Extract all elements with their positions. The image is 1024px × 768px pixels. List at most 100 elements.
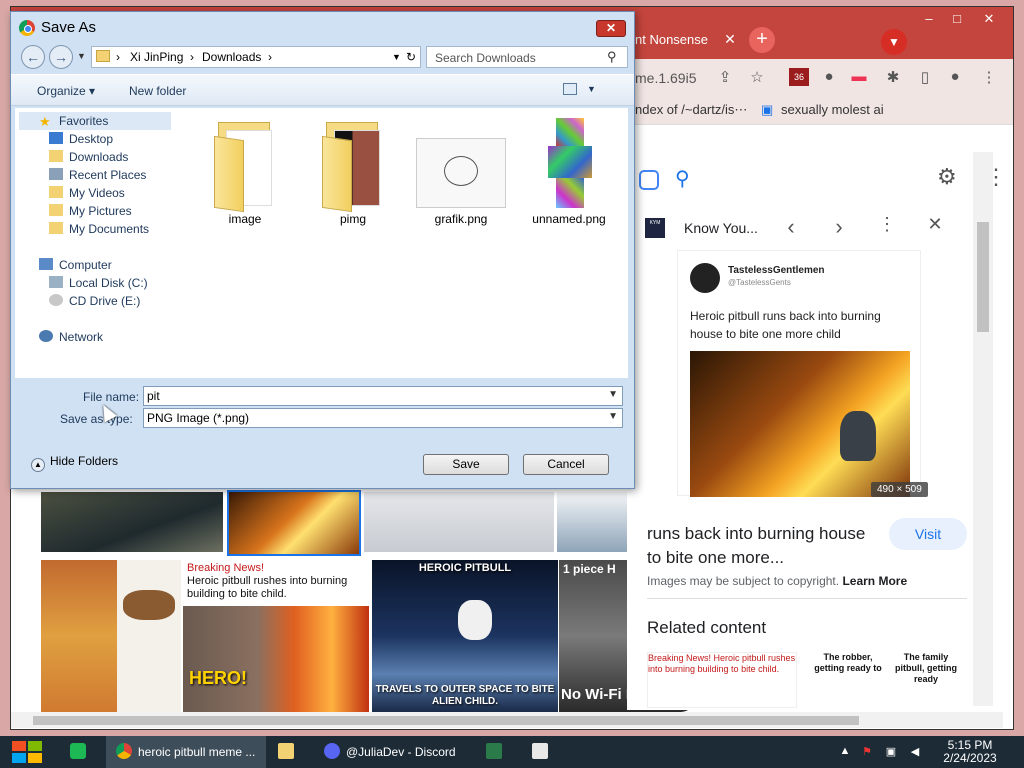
crumb-user[interactable]: Xi JinPing (130, 50, 183, 64)
cancel-button[interactable]: Cancel (523, 454, 609, 475)
crumb-downloads[interactable]: Downloads (202, 50, 261, 64)
panel-title[interactable]: Know You... (684, 220, 758, 236)
share-icon[interactable]: ⇪ (715, 68, 735, 86)
profile-icon[interactable]: ● (945, 68, 965, 86)
sidepanel-icon[interactable]: ▯ (915, 68, 935, 86)
file-item[interactable]: pimg (303, 116, 403, 226)
scroll-thumb[interactable] (33, 716, 859, 725)
new-tab-button[interactable]: + (749, 27, 775, 53)
close-window-button[interactable]: ✕ (975, 11, 1003, 29)
organize-button[interactable]: Organize ▾ (37, 84, 95, 98)
related-item[interactable]: Breaking News! Heroic pitbull rushes int… (647, 652, 797, 708)
volume-icon[interactable]: ◀ (908, 745, 922, 759)
url-bar[interactable]: me.1.69i5 (635, 70, 696, 86)
result-image[interactable] (557, 492, 627, 552)
more-vert-icon[interactable]: ⋮ (877, 214, 897, 235)
result-image[interactable] (41, 492, 223, 552)
bookmark-star-icon[interactable]: ☆ (747, 68, 767, 86)
chevron-left-icon[interactable]: ‹ (781, 214, 801, 240)
flag-icon[interactable]: ⚑ (860, 745, 874, 759)
address-bar[interactable]: › Xi JinPing › Downloads › ▼ ↻ (91, 46, 421, 68)
learn-more-link[interactable]: Learn More (842, 574, 907, 588)
related-item[interactable]: The family pitbull, getting ready (891, 652, 961, 708)
network-icon[interactable]: ▣ (884, 745, 898, 759)
result-image[interactable] (364, 492, 554, 552)
bookmark-item[interactable]: ndex of /~dartz/is⋯ (635, 102, 747, 118)
file-item[interactable]: unnamed.png (519, 116, 619, 226)
new-folder-button[interactable]: New folder (129, 84, 186, 98)
menu-icon[interactable]: ⋮ (979, 68, 999, 86)
extension-icon[interactable]: ● (819, 68, 839, 86)
taskbar-app-item[interactable] (532, 736, 556, 768)
chevron-down-icon[interactable]: ▼ (608, 411, 618, 422)
nav-documents[interactable]: My Documents (49, 220, 149, 238)
search-icon[interactable]: ⚲ (675, 166, 690, 191)
file-item[interactable]: grafik.png (411, 116, 511, 226)
result-image[interactable]: HEROIC PITBULL TRAVELS TO OUTER SPACE TO… (372, 560, 558, 712)
dialog-close-button[interactable]: ✕ (596, 20, 626, 37)
nav-desktop[interactable]: Desktop (49, 130, 113, 148)
taskbar-chrome-item[interactable]: heroic pitbull meme ... (106, 736, 266, 768)
clock[interactable]: 5:15 PM 2/24/2023 (938, 739, 1002, 765)
chevron-up-icon[interactable]: ▲ (838, 745, 852, 759)
nav-videos[interactable]: My Videos (49, 184, 125, 202)
image-caption[interactable]: runs back into burning house to bite one… (647, 522, 867, 570)
extension-flag-icon[interactable]: ▬ (849, 68, 869, 86)
crumb-chevron-icon[interactable]: › (190, 50, 194, 64)
tab-title[interactable]: nt Nonsense (635, 32, 708, 47)
search-icon[interactable]: ⚲ (607, 49, 617, 65)
dialog-titlebar[interactable]: Save As ✕ (11, 12, 634, 42)
back-icon[interactable]: ← (21, 45, 45, 69)
nav-downloads[interactable]: Downloads (49, 148, 128, 166)
tab-search-icon[interactable]: ▼ (881, 29, 907, 55)
nav-computer[interactable]: Computer (39, 256, 112, 274)
view-icon[interactable] (563, 83, 577, 95)
related-item[interactable]: The robber, getting ready to (813, 652, 883, 708)
start-button[interactable] (10, 739, 44, 765)
file-item[interactable]: image (195, 116, 295, 226)
chevron-right-icon[interactable]: › (829, 214, 849, 240)
taskbar-discord-item[interactable]: @JuliaDev - Discord (316, 736, 466, 768)
result-image[interactable] (41, 560, 181, 712)
crumb-chevron-icon[interactable]: › (268, 50, 272, 64)
nav-favorites[interactable]: ★ Favorites (39, 112, 108, 130)
nav-network[interactable]: Network (39, 328, 103, 346)
file-name-label: File name: (83, 390, 140, 404)
tab-close-icon[interactable]: ✕ (721, 31, 739, 49)
crumb-chevron-icon[interactable]: › (116, 50, 120, 64)
taskbar-explorer-item[interactable] (278, 736, 302, 768)
forward-icon[interactable]: → (49, 45, 73, 69)
maximize-button[interactable]: □ (943, 11, 971, 29)
minimize-button[interactable]: – (915, 11, 943, 29)
result-image-selected[interactable] (227, 490, 361, 556)
refresh-icon[interactable]: ↻ (406, 50, 416, 64)
search-input[interactable]: Search Downloads ⚲ (426, 46, 628, 68)
save-button[interactable]: Save (423, 454, 509, 475)
close-icon[interactable]: ✕ (925, 214, 945, 235)
nav-label: My Documents (69, 222, 150, 236)
nav-local-disk[interactable]: Local Disk (C:) (49, 274, 148, 292)
taskbar-app-item[interactable] (486, 736, 510, 768)
extension-badge[interactable]: 36 (789, 68, 809, 86)
gear-icon[interactable]: ⚙ (937, 164, 957, 190)
puzzle-icon[interactable]: ✱ (883, 68, 903, 86)
recent-locations-icon[interactable]: ▼ (77, 51, 86, 61)
save-type-select[interactable]: PNG Image (*.png) ▼ (143, 408, 623, 428)
horizontal-scrollbar[interactable] (11, 712, 1003, 728)
visit-button[interactable]: Visit (889, 518, 967, 550)
hide-folders-button[interactable]: ▲ Hide Folders (31, 454, 118, 472)
address-dropdown-icon[interactable]: ▼ (392, 52, 401, 62)
lens-icon[interactable] (639, 170, 659, 190)
nav-cd-drive[interactable]: CD Drive (E:) (49, 292, 140, 310)
preview-image[interactable]: TastelessGentlemen @TastelessGents Heroi… (677, 250, 921, 497)
app-icon[interactable] (70, 736, 94, 768)
vertical-scrollbar[interactable] (973, 152, 993, 706)
chevron-down-icon[interactable]: ▼ (608, 389, 618, 400)
view-dropdown-icon[interactable]: ▼ (587, 84, 596, 94)
nav-pictures[interactable]: My Pictures (49, 202, 132, 220)
scroll-thumb[interactable] (977, 222, 989, 332)
nav-recent[interactable]: Recent Places (49, 166, 146, 184)
bookmark-item[interactable]: sexually molest ai (781, 102, 884, 117)
file-name-field[interactable]: pit ▼ (143, 386, 623, 406)
result-image[interactable]: Breaking News! Heroic pitbull rushes int… (183, 560, 369, 712)
